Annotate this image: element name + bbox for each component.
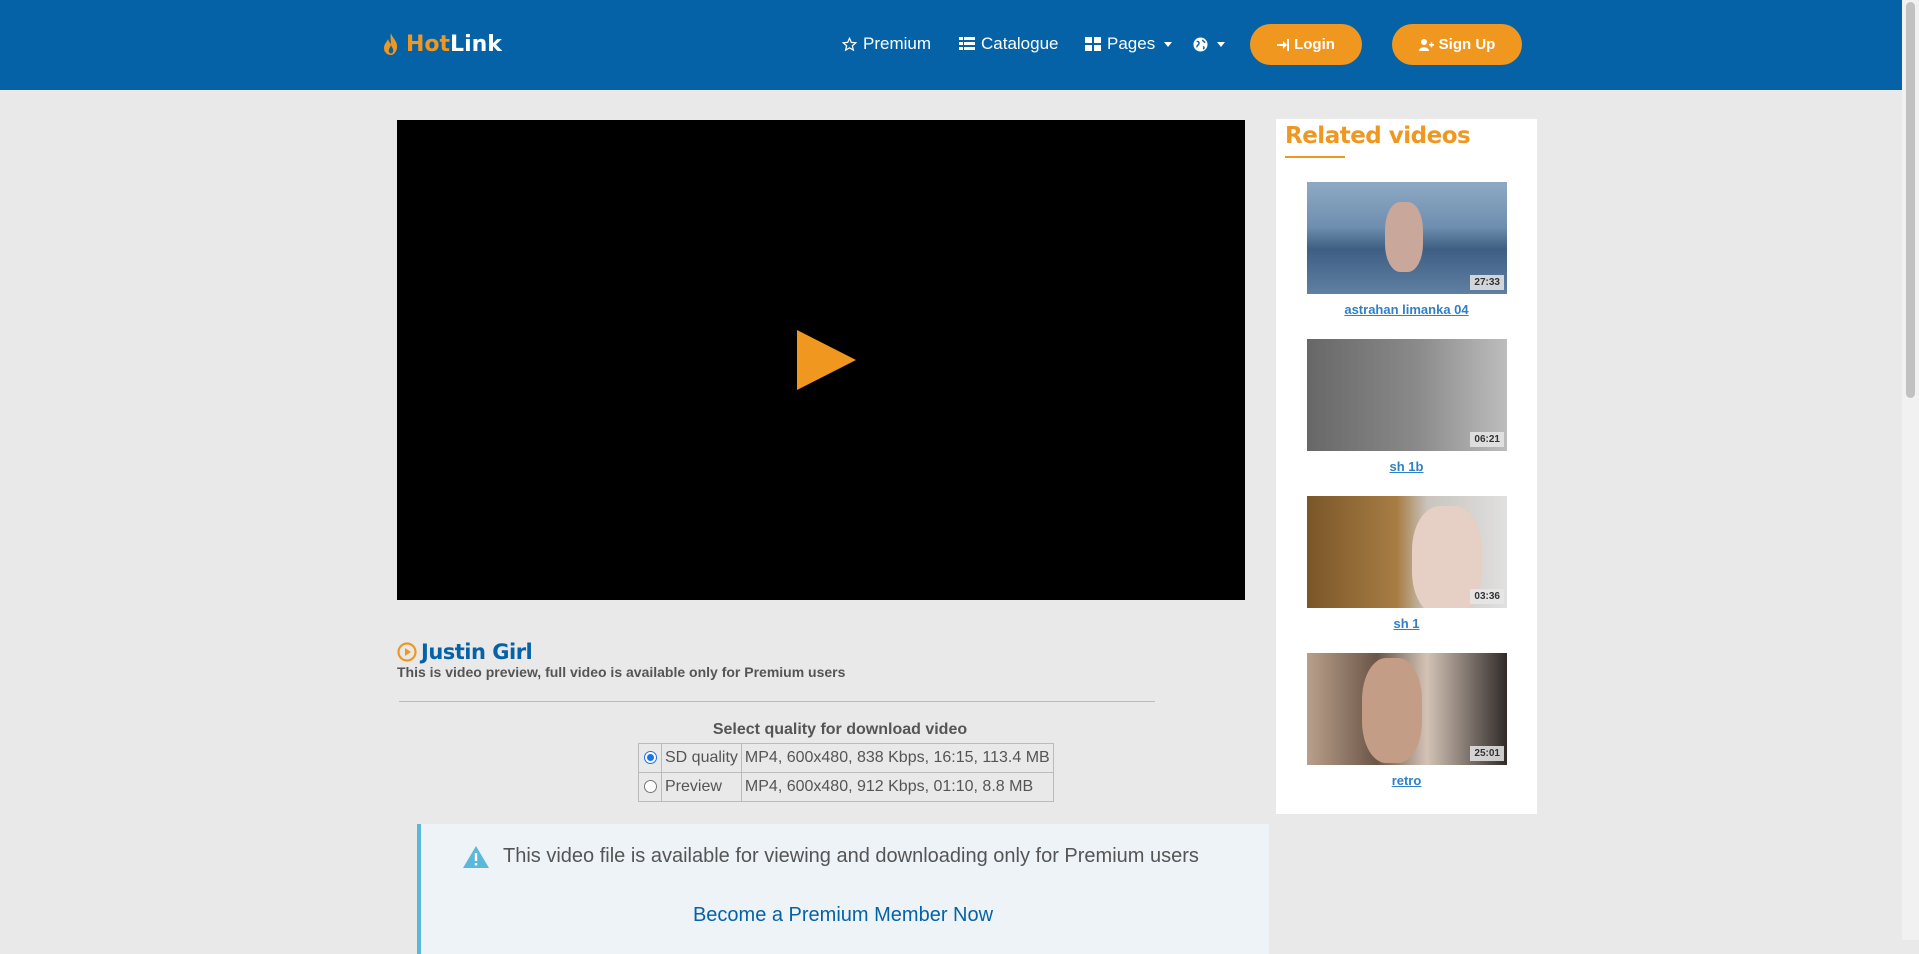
video-title: Justin Girl: [421, 640, 533, 664]
radio-unselected-icon[interactable]: [643, 780, 657, 793]
related-thumbnail[interactable]: 27:33: [1307, 182, 1507, 294]
quality-label: Preview: [661, 772, 742, 802]
related-video-link[interactable]: sh 1b: [1276, 459, 1537, 474]
user-plus-icon: [1418, 38, 1434, 51]
thumbnail-figure: [1362, 658, 1422, 763]
video-player[interactable]: [397, 120, 1245, 600]
play-icon[interactable]: [797, 330, 856, 390]
warning-icon: [463, 845, 489, 868]
sign-in-icon: [1277, 38, 1290, 51]
related-thumbnail[interactable]: 25:01: [1307, 653, 1507, 765]
page-scrollbar[interactable]: [1902, 0, 1919, 940]
quality-radio-sd[interactable]: [638, 743, 662, 773]
duration-badge: 27:33: [1470, 275, 1504, 290]
nav-catalogue-label: Catalogue: [981, 34, 1059, 53]
divider: [399, 701, 1155, 702]
quality-info: MP4, 600x480, 838 Kbps, 16:15, 113.4 MB: [740, 743, 1054, 773]
alert-message: This video file is available for viewing…: [503, 845, 1199, 867]
signup-button[interactable]: Sign Up: [1392, 24, 1522, 65]
premium-alert: This video file is available for viewing…: [417, 824, 1269, 954]
globe-icon: [1193, 36, 1208, 52]
nav-pages-dropdown[interactable]: Pages: [1085, 30, 1173, 58]
quality-radio-preview[interactable]: [638, 772, 662, 802]
related-video-link[interactable]: retro: [1276, 773, 1537, 788]
list-icon: [959, 37, 975, 50]
quality-info: MP4, 600x480, 912 Kbps, 01:10, 8.8 MB: [740, 772, 1054, 802]
nav-pages-label: Pages: [1107, 34, 1156, 53]
related-video-link[interactable]: sh 1: [1276, 616, 1537, 631]
language-dropdown[interactable]: [1193, 30, 1225, 58]
quality-row-preview[interactable]: Preview MP4, 600x480, 912 Kbps, 01:10, 8…: [638, 772, 1054, 802]
related-thumbnail[interactable]: 06:21: [1307, 339, 1507, 451]
duration-badge: 25:01: [1470, 746, 1504, 761]
radio-selected-icon[interactable]: [643, 751, 657, 764]
quality-heading: Select quality for download video: [712, 721, 968, 738]
login-label: Login: [1294, 36, 1335, 53]
preview-notice: This is video preview, full video is ava…: [397, 664, 846, 680]
thumbnail-figure: [1385, 202, 1423, 272]
title-underline: [1285, 156, 1345, 158]
scrollbar-thumb[interactable]: [1906, 2, 1915, 398]
nav-premium-label: Premium: [863, 34, 932, 53]
nav-catalogue[interactable]: Catalogue: [959, 30, 1059, 58]
grid-icon: [1085, 37, 1101, 51]
quality-label: SD quality: [661, 743, 742, 773]
logo-text-link: Link: [450, 31, 502, 57]
chevron-down-icon: [1217, 41, 1225, 47]
quality-table: SD quality MP4, 600x480, 838 Kbps, 16:15…: [638, 743, 1054, 802]
become-premium-link[interactable]: Become a Premium Member Now: [421, 904, 1265, 927]
flame-icon: [384, 33, 398, 55]
related-videos-panel: Related videos 27:33 astrahan limanka 04…: [1276, 119, 1537, 814]
related-video-link[interactable]: astrahan limanka 04: [1276, 302, 1537, 317]
play-circle-icon: [397, 642, 417, 662]
duration-badge: 06:21: [1470, 432, 1504, 447]
top-navbar: Hot Link Premium Catalogue Pages Login Si…: [0, 0, 1902, 90]
login-button[interactable]: Login: [1250, 24, 1362, 65]
chevron-down-icon: [1164, 41, 1173, 47]
quality-row-sd[interactable]: SD quality MP4, 600x480, 838 Kbps, 16:15…: [638, 743, 1054, 773]
nav-premium[interactable]: Premium: [842, 30, 931, 58]
related-videos-title: Related videos: [1285, 123, 1471, 149]
logo-text-hot: Hot: [406, 31, 451, 57]
related-thumbnail[interactable]: 03:36: [1307, 496, 1507, 608]
signup-label: Sign Up: [1438, 36, 1496, 53]
video-title-row: Justin Girl: [397, 640, 533, 664]
site-logo[interactable]: Hot Link: [382, 28, 502, 60]
alert-message-row: This video file is available for viewing…: [463, 845, 1199, 868]
duration-badge: 03:36: [1470, 589, 1504, 604]
star-icon: [842, 36, 857, 51]
